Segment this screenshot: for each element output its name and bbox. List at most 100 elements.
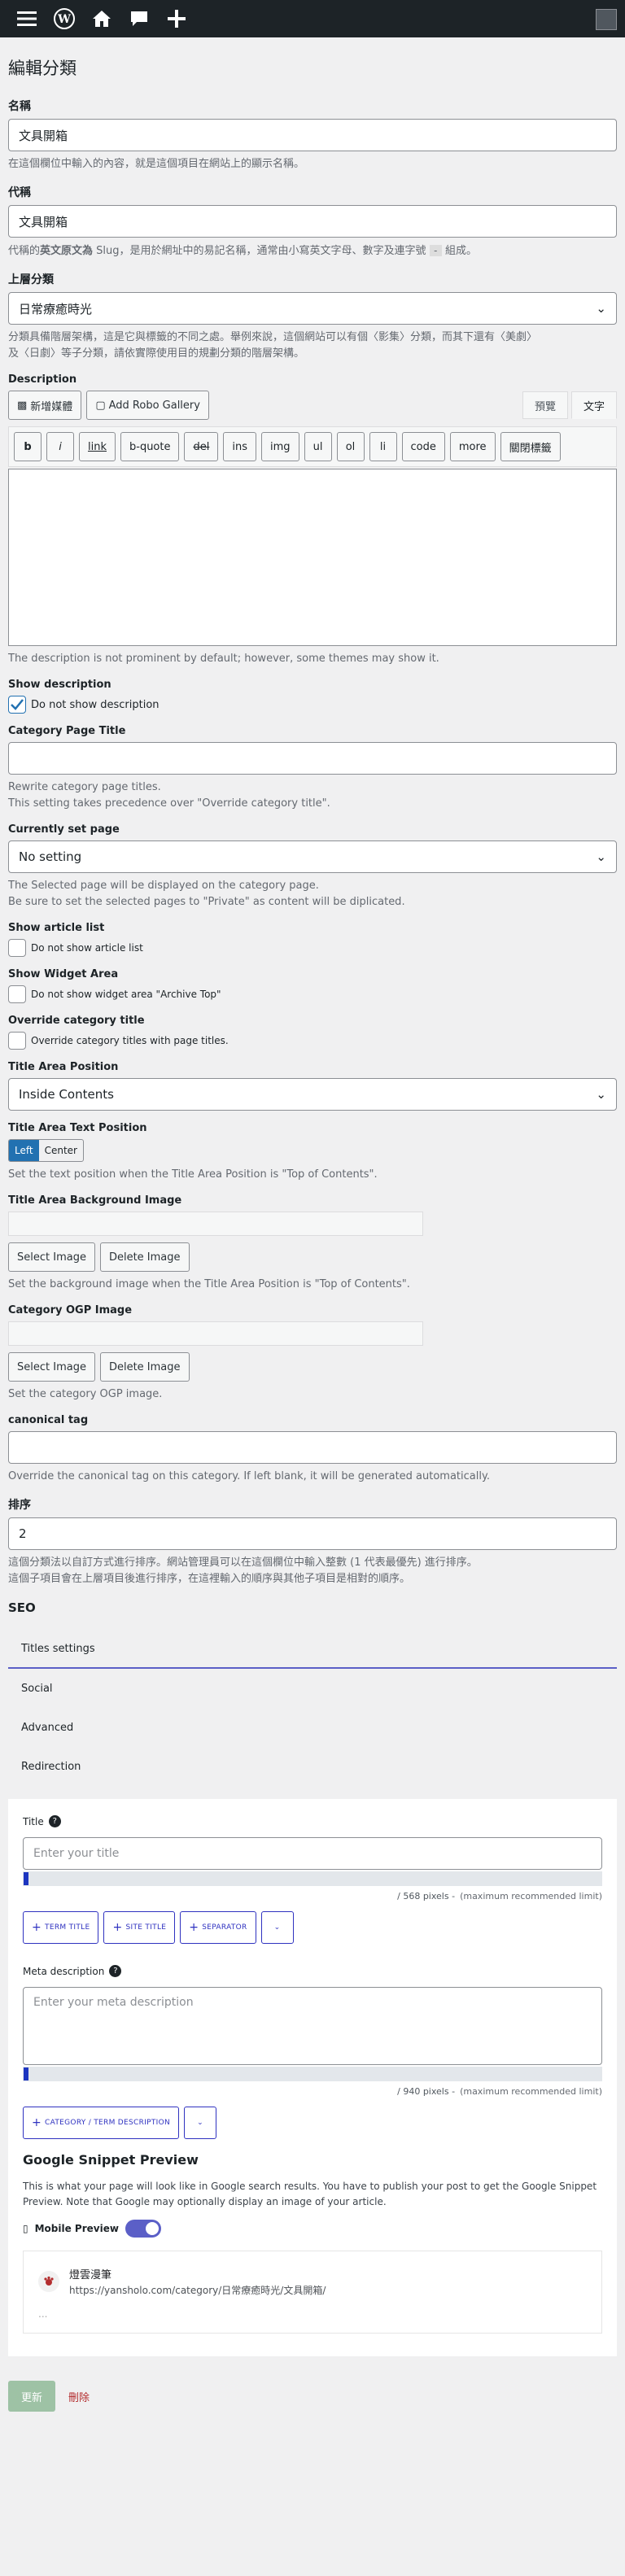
text-position-center[interactable]: Center <box>39 1140 83 1161</box>
term-title-tag-button[interactable]: + TERM TITLE <box>23 1911 99 1944</box>
seo-title-input[interactable]: Enter your title <box>23 1837 602 1870</box>
chevron-down-icon: ⌄ <box>596 1087 606 1102</box>
mobile-preview-label: Mobile Preview <box>34 2223 119 2234</box>
canonical-tag-input[interactable] <box>8 1431 617 1464</box>
page-title: 編輯分類 <box>8 59 76 78</box>
help-icon[interactable]: ? <box>109 1965 122 1977</box>
order-label: 排序 <box>8 1499 31 1512</box>
title-area-bg-image-desc: Set the background image when the Title … <box>8 1278 410 1290</box>
category-ogp-image-desc: Set the category OGP image. <box>8 1388 163 1400</box>
override-category-title-checkbox[interactable] <box>8 1032 26 1050</box>
description-label: Description <box>8 373 77 386</box>
category-page-title-field: Category Page Title Rewrite category pag… <box>8 725 617 812</box>
quicktag-button[interactable]: b <box>14 432 42 461</box>
site-title-tag-button[interactable]: + SITE TITLE <box>103 1911 176 1944</box>
quicktag-button[interactable]: link <box>79 432 116 461</box>
show-widget-area-label: Show Widget Area <box>8 968 119 980</box>
mobile-preview-toggle[interactable] <box>125 2220 161 2238</box>
quicktag-button[interactable]: 關閉標籤 <box>500 432 561 461</box>
add-media-button[interactable]: ▩ 新增媒體 <box>8 391 82 420</box>
show-article-list-checkbox[interactable] <box>8 939 26 957</box>
quicktag-button[interactable]: b-quote <box>120 432 180 461</box>
parent-desc: 分類具備階層架構，這是它與標籤的不同之處。舉例來說，這個網站可以有個〈影集〉分類… <box>8 331 538 360</box>
comments-icon[interactable] <box>120 0 158 37</box>
show-description-checkbox[interactable] <box>8 696 26 714</box>
snippet-description: ... <box>38 2308 48 2320</box>
bg-image-preview <box>8 1212 423 1236</box>
show-description-label: Show description <box>8 679 111 691</box>
currently-set-page-field: Currently set page No setting ⌄ The Selec… <box>8 823 617 910</box>
parent-field: 上層分類 日常療癒時光 ⌄ 分類具備階層架構，這是它與標籤的不同之處。舉例來說，這… <box>8 271 617 362</box>
menu-icon[interactable] <box>8 0 46 37</box>
override-category-title-field: Override category title Override categor… <box>8 1015 617 1050</box>
media-icon: ▩ <box>17 399 28 412</box>
title-area-bg-image-label: Title Area Background Image <box>8 1194 182 1207</box>
google-snippet-preview: 燈雲漫筆 https://yansholo.com/category/日常療癒時… <box>23 2251 602 2334</box>
category-ogp-image-label: Category OGP Image <box>8 1304 133 1316</box>
update-button[interactable]: 更新 <box>8 2381 56 2412</box>
tab-text[interactable]: 文字 <box>570 391 617 419</box>
name-input[interactable]: 文具開箱 <box>8 119 617 151</box>
quicktag-button[interactable]: li <box>369 432 397 461</box>
category-ogp-image-field: Category OGP Image Select Image Delete I… <box>8 1304 617 1403</box>
seo-tab-social[interactable]: Social <box>8 1669 617 1708</box>
add-gallery-button[interactable]: ▢ Add Robo Gallery <box>86 391 209 420</box>
ogp-image-preview <box>8 1321 423 1346</box>
separator-tag-button[interactable]: + SEPARATOR <box>180 1911 256 1944</box>
quicktag-button[interactable]: code <box>401 432 445 461</box>
mobile-icon: ▯ <box>23 2223 28 2234</box>
bg-delete-image-button[interactable]: Delete Image <box>99 1242 190 1272</box>
description-textarea[interactable] <box>8 469 617 646</box>
slug-desc: 代稱的英文原文為 Slug，是用於網址中的易記名稱，通常由小寫英文字母、數字及連… <box>8 245 478 257</box>
category-description-tag-button[interactable]: + CATEGORY / TERM DESCRIPTION <box>23 2107 180 2139</box>
canonical-tag-field: canonical tag Override the canonical tag… <box>8 1414 617 1485</box>
show-widget-area-field: Show Widget Area Do not show widget area… <box>8 968 617 1003</box>
chevron-down-icon: ⌄ <box>596 849 606 864</box>
text-position-toggle: Left Center <box>8 1139 84 1162</box>
parent-label: 上層分類 <box>8 273 54 286</box>
category-page-title-input[interactable] <box>8 742 617 775</box>
parent-select[interactable]: 日常療癒時光 ⌄ <box>8 292 617 325</box>
snippet-desc: This is what your page will look like in… <box>23 2181 597 2207</box>
ogp-select-image-button[interactable]: Select Image <box>8 1352 95 1382</box>
name-field: 名稱 文具開箱 在這個欄位中輸入的內容，就是這個項目在網站上的顯示名稱。 <box>8 98 617 172</box>
seo-meta-textarea[interactable]: Enter your meta description <box>23 1987 602 2065</box>
show-article-list-field: Show article list Do not show article li… <box>8 922 617 957</box>
quicktag-button[interactable]: del <box>184 432 219 461</box>
bg-select-image-button[interactable]: Select Image <box>8 1242 95 1272</box>
slug-input[interactable]: 文具開箱 <box>8 205 617 238</box>
more-meta-tags-button[interactable]: ⌄ <box>184 2107 217 2139</box>
add-new-icon[interactable] <box>158 0 195 37</box>
help-icon[interactable]: ? <box>48 1815 61 1827</box>
delete-link[interactable]: 刪除 <box>68 2389 90 2404</box>
quicktag-button[interactable]: ol <box>336 432 365 461</box>
show-widget-area-checkbox[interactable] <box>8 985 26 1003</box>
title-area-position-select[interactable]: Inside Contents ⌄ <box>8 1078 617 1111</box>
seo-tab-redirection[interactable]: Redirection <box>8 1747 617 1786</box>
slug-field: 代稱 文具開箱 代稱的英文原文為 Slug，是用於網址中的易記名稱，通常由小寫英… <box>8 184 617 260</box>
tab-visual[interactable]: 預覽 <box>522 391 568 419</box>
wordpress-icon[interactable]: W <box>46 0 83 37</box>
quicktag-button[interactable]: ins <box>223 432 256 461</box>
order-input[interactable]: 2 <box>8 1517 617 1550</box>
ogp-delete-image-button[interactable]: Delete Image <box>99 1352 190 1382</box>
currently-set-page-label: Currently set page <box>8 823 120 836</box>
canonical-tag-desc: Override the canonical tag on this categ… <box>8 1470 490 1482</box>
slug-label: 代稱 <box>8 186 31 199</box>
quicktag-button[interactable]: ul <box>304 432 332 461</box>
site-favicon-icon <box>38 2271 59 2292</box>
order-desc: 這個分類法以自訂方式進行排序。網站管理員可以在這個欄位中輸入整數 (1 代表最優… <box>8 1557 478 1585</box>
quicktag-button[interactable]: img <box>260 432 299 461</box>
currently-set-page-select[interactable]: No setting ⌄ <box>8 840 617 873</box>
more-tags-button[interactable]: ⌄ <box>260 1911 294 1944</box>
text-position-left[interactable]: Left <box>9 1140 39 1161</box>
title-progress-bar <box>23 1871 602 1886</box>
seo-tab-advanced[interactable]: Advanced <box>8 1708 617 1747</box>
quicktag-button[interactable]: more <box>449 432 496 461</box>
show-article-list-label: Show article list <box>8 922 105 934</box>
seo-tab-titles[interactable]: Titles settings <box>8 1630 617 1669</box>
avatar[interactable] <box>596 9 617 30</box>
quicktag-button[interactable]: i <box>46 432 74 461</box>
home-icon[interactable] <box>83 0 120 37</box>
svg-text:W: W <box>57 13 71 26</box>
